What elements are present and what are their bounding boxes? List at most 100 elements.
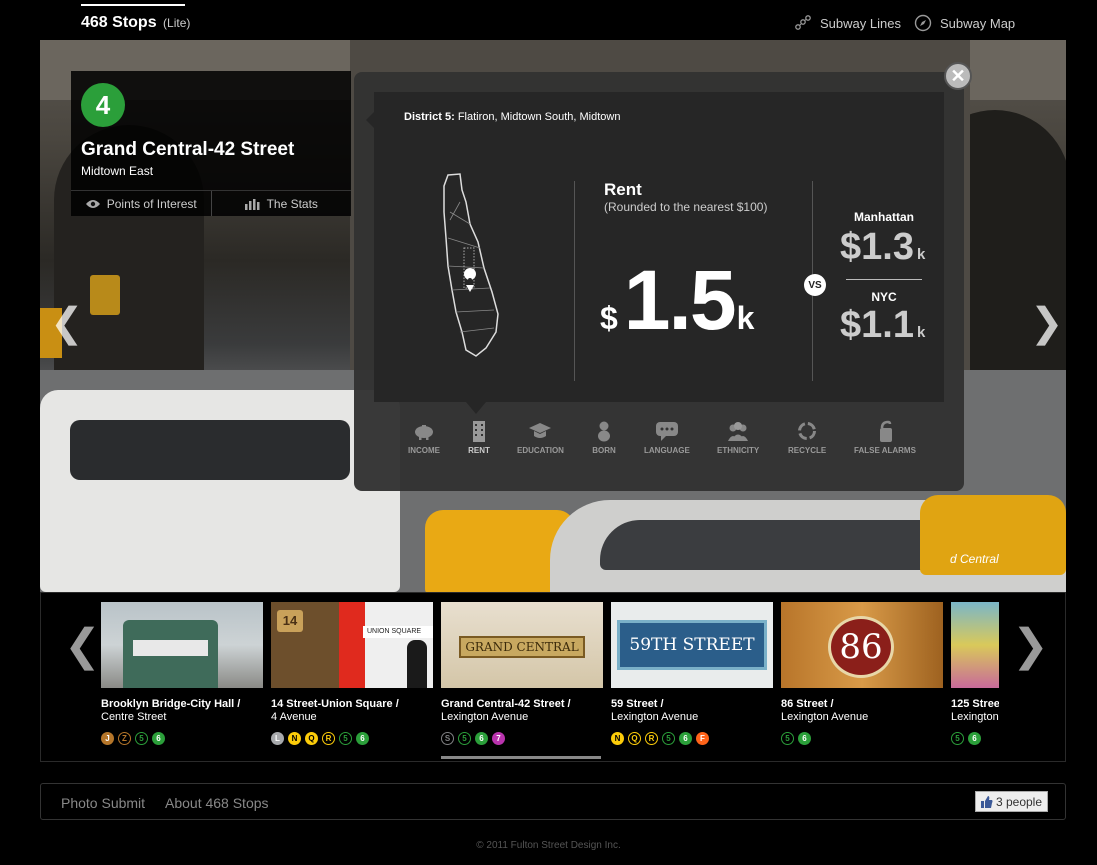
stop-thumbnail[interactable]: GRAND CENTRAL (441, 602, 603, 688)
nav-subway-map[interactable]: Subway Map (914, 14, 1015, 32)
close-button[interactable]: ✕ (944, 62, 972, 90)
stat-number: 1.5 (623, 253, 737, 347)
strip-previous-arrow[interactable]: ❮ (64, 620, 101, 671)
subway-line-bullet[interactable]: F (696, 732, 709, 745)
building-icon (473, 421, 485, 442)
subway-line-bullet[interactable]: 6 (152, 732, 165, 745)
subway-line-bullet[interactable]: 7 (492, 732, 505, 745)
stop-thumbnail[interactable]: 86 (781, 602, 943, 688)
station-card: 4 Grand Central-42 Street Midtown East P… (71, 71, 351, 216)
subway-line-bullet[interactable]: R (645, 732, 658, 745)
category-recycle[interactable]: RECYCLE (788, 420, 826, 455)
stop-title-line2: 4 Avenue (271, 711, 317, 723)
category-income[interactable]: INCOME (408, 420, 440, 455)
subway-line-bullet[interactable]: 6 (679, 732, 692, 745)
subway-line-bullet[interactable]: 6 (968, 732, 981, 745)
stop-thumbnail[interactable] (951, 602, 999, 688)
comparison-divider (846, 279, 922, 280)
subway-line-bullet[interactable]: J (101, 732, 114, 745)
stat-subtitle: (Rounded to the nearest $100) (604, 200, 768, 214)
subway-line-bullet[interactable]: 5 (339, 732, 352, 745)
active-stop-indicator (441, 756, 601, 759)
next-photo-arrow[interactable]: ❯ (1030, 300, 1064, 346)
stop-title[interactable]: 59 Street / Lexington Avenue (611, 698, 698, 724)
subway-line-bullet[interactable]: N (611, 732, 624, 745)
subway-line-bullet[interactable]: Q (628, 732, 641, 745)
brand-underline (81, 4, 185, 6)
stop-title[interactable]: Brooklyn Bridge-City Hall / Centre Street (101, 698, 240, 724)
stop-title[interactable]: 125 Street Lexington (951, 698, 999, 724)
category-born[interactable]: BORN (592, 420, 616, 455)
district-number: District 5: (404, 111, 455, 123)
thumbs-up-icon (980, 795, 993, 808)
district-label: District 5: Flatiron, Midtown South, Mid… (404, 111, 620, 123)
previous-photo-arrow[interactable]: ❮ (50, 300, 84, 346)
subway-line-bullet[interactable]: 5 (458, 732, 471, 745)
thumb-sign: GRAND CENTRAL (459, 636, 585, 658)
tab-points-of-interest[interactable]: Points of Interest (71, 191, 211, 216)
stop-title-line2: Lexington Avenue (441, 711, 529, 723)
stop-thumbnail[interactable] (101, 602, 263, 688)
stat-value: $ 1.5 k (600, 252, 754, 349)
tab-the-stats[interactable]: The Stats (210, 191, 352, 216)
about-link[interactable]: About 468 Stops (165, 795, 269, 811)
comparison-nyc-number: $1.1 (840, 304, 914, 346)
stop-lines: 56 (781, 732, 811, 745)
vs-badge: VS (804, 274, 826, 296)
stop-lines: 56 (951, 732, 981, 745)
recycle-icon (798, 422, 817, 440)
stop-title[interactable]: 86 Street / Lexington Avenue (781, 698, 868, 724)
category-rent[interactable]: RENT (467, 420, 491, 455)
bar-chart-icon (244, 198, 260, 210)
nav-subway-map-label: Subway Map (940, 15, 1016, 31)
subway-line-bullet[interactable]: 6 (475, 732, 488, 745)
category-income-label: INCOME (408, 446, 440, 455)
subway-line-bullet[interactable]: 5 (135, 732, 148, 745)
nav-subway-lines[interactable]: Subway Lines (794, 14, 901, 32)
subway-line-bullet[interactable]: S (441, 732, 454, 745)
category-language[interactable]: LANGUAGE (644, 420, 690, 455)
stat-categories: INCOME RENT EDUCATION BORN LANGUAGE ETHN… (394, 420, 954, 470)
subway-line-bullet[interactable]: 6 (798, 732, 811, 745)
subway-line-bullet[interactable]: Q (305, 732, 318, 745)
like-button[interactable]: 3 people (975, 791, 1048, 812)
graduation-cap-icon (529, 423, 552, 438)
category-false-alarms[interactable]: FALSE ALARMS (854, 420, 916, 455)
detail-notch (366, 108, 378, 132)
stat-title: Rent (604, 180, 642, 199)
subway-line-badge[interactable]: 4 (81, 83, 125, 127)
people-icon (728, 422, 749, 441)
like-count: 3 people (995, 794, 1043, 809)
stop-title[interactable]: Grand Central-42 Street / Lexington Avenu… (441, 698, 571, 724)
subway-line-bullet[interactable]: 5 (662, 732, 675, 745)
edition-label: (Lite) (163, 16, 191, 30)
photo-overlay-text: d Central (950, 552, 999, 566)
category-education[interactable]: EDUCATION (517, 420, 564, 455)
district-names: Flatiron, Midtown South, Midtown (457, 111, 621, 123)
tab-the-stats-label: The Stats (266, 196, 318, 211)
subway-line-bullet[interactable]: 5 (781, 732, 794, 745)
stop-title-line2: Centre Street (101, 711, 167, 723)
subway-line-bullet[interactable]: 6 (356, 732, 369, 745)
category-ethnicity[interactable]: ETHNICITY (717, 420, 759, 455)
stop-title[interactable]: 14 Street-Union Square /4 Avenue (271, 698, 399, 724)
subway-line-bullet[interactable]: Z (118, 732, 131, 745)
stop-thumbnail[interactable]: 59TH STREET (611, 602, 773, 688)
stop-thumbnail[interactable]: 14 UNION SQUARE (271, 602, 433, 688)
strip-next-arrow[interactable]: ❯ (1012, 620, 1049, 671)
subway-line-bullet[interactable]: R (322, 732, 335, 745)
close-icon: ✕ (950, 65, 966, 86)
thumb-sign: 59TH STREET (617, 620, 767, 670)
subway-line-bullet[interactable]: 5 (951, 732, 964, 745)
photo-submit-link[interactable]: Photo Submit (61, 795, 145, 811)
comparison-manhattan-label: Manhattan (854, 210, 914, 224)
copyright: © 2011 Fulton Street Design Inc. (476, 840, 621, 851)
subway-line-bullet[interactable]: N (288, 732, 301, 745)
subway-line-bullet[interactable]: L (271, 732, 284, 745)
piggy-bank-icon (415, 425, 433, 440)
app-title[interactable]: 468 Stops (Lite) (81, 14, 190, 32)
category-false-alarms-label: FALSE ALARMS (854, 446, 916, 455)
app-name: 468 Stops (81, 14, 157, 31)
category-ethnicity-label: ETHNICITY (717, 446, 760, 455)
category-born-label: BORN (592, 446, 616, 455)
